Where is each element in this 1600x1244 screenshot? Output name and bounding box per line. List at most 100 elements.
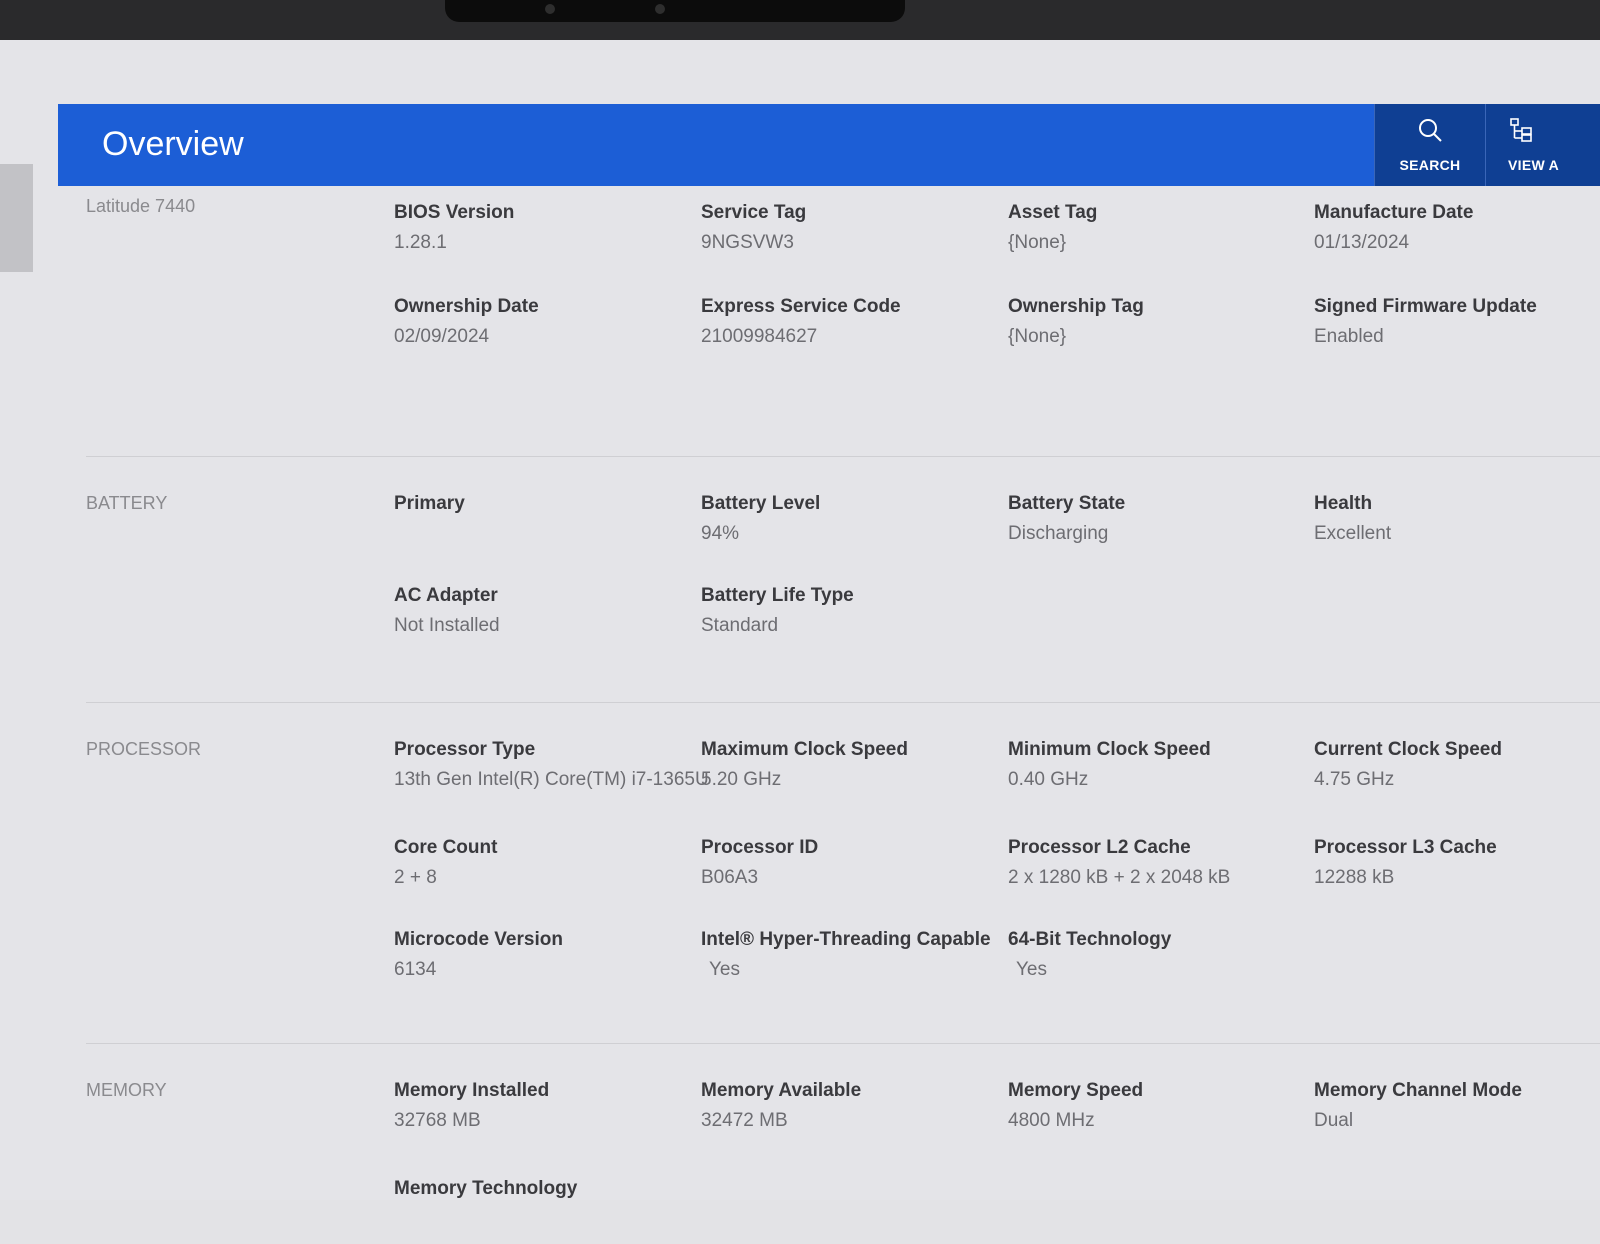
field-ownership-tag: Ownership Tag {None} xyxy=(1008,296,1308,348)
field-battery-level: Battery Level 94% xyxy=(701,493,1001,545)
app-window: Overview SEARCH VIEW A Latitude 7440 BIO… xyxy=(0,40,1600,1200)
field-value: 1.28.1 xyxy=(394,232,447,253)
field-label: Ownership Date xyxy=(394,296,539,317)
field-label: Processor L2 Cache xyxy=(1008,837,1191,858)
field-label: Memory Speed xyxy=(1008,1080,1144,1101)
overview-header: Overview SEARCH VIEW A xyxy=(58,104,1600,186)
field-label: Primary xyxy=(394,493,465,514)
field-value: 4800 MHz xyxy=(1008,1110,1095,1131)
field-memory-speed: Memory Speed 4800 MHz xyxy=(1008,1080,1308,1132)
field-value: B06A3 xyxy=(701,867,759,888)
field-memory-installed: Memory Installed 32768 MB xyxy=(394,1080,694,1132)
field-memory-available: Memory Available 32472 MB xyxy=(701,1080,1001,1132)
monitor-bezel xyxy=(0,0,1600,40)
section-title-battery: BATTERY xyxy=(86,493,168,513)
field-label: Asset Tag xyxy=(1008,202,1098,223)
memory-section: MEMORY Memory Installed 32768 MB Memory … xyxy=(86,1044,1600,1244)
field-label: AC Adapter xyxy=(394,585,498,606)
field-label: Battery State xyxy=(1008,493,1126,514)
webcam-housing xyxy=(445,0,905,22)
view-all-button[interactable]: VIEW A xyxy=(1485,104,1600,186)
field-label: Processor L3 Cache xyxy=(1314,837,1497,858)
field-value: Not Installed xyxy=(394,615,500,636)
field-primary: Primary xyxy=(394,493,694,523)
field-express-service-code: Express Service Code 21009984627 xyxy=(701,296,1001,348)
field-value: Discharging xyxy=(1008,523,1109,544)
field-label: Memory Channel Mode xyxy=(1314,1080,1522,1101)
field-current-clock-speed: Current Clock Speed 4.75 GHz xyxy=(1314,739,1600,791)
field-value: Yes xyxy=(709,959,740,980)
field-value: {None} xyxy=(1008,326,1067,347)
side-panel-tab[interactable] xyxy=(0,164,33,272)
field-label: Express Service Code xyxy=(701,296,901,317)
field-label: Maximum Clock Speed xyxy=(701,739,908,760)
page-title: Overview xyxy=(102,125,244,163)
field-core-count: Core Count 2 + 8 xyxy=(394,837,694,889)
field-microcode-version: Microcode Version 6134 xyxy=(394,929,694,981)
field-value: 02/09/2024 xyxy=(394,326,490,347)
field-minimum-clock-speed: Minimum Clock Speed 0.40 GHz xyxy=(1008,739,1308,791)
field-value: {None} xyxy=(1008,232,1067,253)
view-all-button-label: VIEW A xyxy=(1508,157,1560,173)
field-label: Microcode Version xyxy=(394,929,563,950)
camera-sensor-icon xyxy=(545,4,555,14)
field-label: Manufacture Date xyxy=(1314,202,1474,223)
field-label: Minimum Clock Speed xyxy=(1008,739,1211,760)
field-64-bit-technology: 64-Bit Technology Yes xyxy=(1008,929,1308,981)
field-value: 4.75 GHz xyxy=(1314,769,1395,790)
search-button[interactable]: SEARCH xyxy=(1374,104,1485,186)
field-battery-state: Battery State Discharging xyxy=(1008,493,1308,545)
field-processor-id: Processor ID B06A3 xyxy=(701,837,1001,889)
field-value: 01/13/2024 xyxy=(1314,232,1410,253)
search-icon xyxy=(1419,119,1442,142)
field-value: 6134 xyxy=(394,959,437,980)
field-label: Battery Level xyxy=(701,493,821,514)
field-label: Current Clock Speed xyxy=(1314,739,1502,760)
field-value: 2 x 1280 kB + 2 x 2048 kB xyxy=(1008,867,1231,888)
field-label: BIOS Version xyxy=(394,202,515,223)
field-maximum-clock-speed: Maximum Clock Speed 5.20 GHz xyxy=(701,739,1001,791)
field-value: 32768 MB xyxy=(394,1110,481,1131)
field-processor-l2-cache: Processor L2 Cache 2 x 1280 kB + 2 x 204… xyxy=(1008,837,1308,889)
field-signed-firmware-update: Signed Firmware Update Enabled xyxy=(1314,296,1600,348)
field-value: Yes xyxy=(1016,959,1047,980)
overview-content: Latitude 7440 BIOS Version 1.28.1 Servic… xyxy=(86,186,1600,1244)
field-value: 21009984627 xyxy=(701,326,818,347)
section-title-processor: PROCESSOR xyxy=(86,739,202,759)
field-service-tag: Service Tag 9NGSVW3 xyxy=(701,202,1001,254)
system-section: Latitude 7440 BIOS Version 1.28.1 Servic… xyxy=(86,186,1600,457)
field-value: 94% xyxy=(701,523,740,544)
field-manufacture-date: Manufacture Date 01/13/2024 xyxy=(1314,202,1600,254)
field-battery-life-type: Battery Life Type Standard xyxy=(701,585,1001,637)
field-value: 5.20 GHz xyxy=(701,769,782,790)
field-processor-type: Processor Type 13th Gen Intel(R) Core(TM… xyxy=(394,739,709,791)
field-label: 64-Bit Technology xyxy=(1008,929,1172,950)
field-label: Intel® Hyper-Threading Capable xyxy=(701,929,991,950)
field-value: Dual xyxy=(1314,1110,1354,1131)
field-label: Service Tag xyxy=(701,202,807,223)
field-value: 32472 MB xyxy=(701,1110,788,1131)
field-label: Battery Life Type xyxy=(701,585,854,606)
field-health: Health Excellent xyxy=(1314,493,1600,545)
field-value: 9NGSVW3 xyxy=(701,232,794,253)
field-value: Excellent xyxy=(1314,523,1392,544)
field-ownership-date: Ownership Date 02/09/2024 xyxy=(394,296,694,348)
search-button-label: SEARCH xyxy=(1399,157,1461,173)
field-label: Memory Available xyxy=(701,1080,862,1101)
field-value: 2 + 8 xyxy=(394,867,437,888)
field-label: Memory Technology xyxy=(394,1178,578,1199)
field-value: 0.40 GHz xyxy=(1008,769,1089,790)
field-value: Standard xyxy=(701,615,779,636)
field-label: Core Count xyxy=(394,837,498,858)
field-memory-channel-mode: Memory Channel Mode Dual xyxy=(1314,1080,1600,1132)
section-title-memory: MEMORY xyxy=(86,1080,167,1100)
battery-section: BATTERY Primary Battery Level 94% Batter… xyxy=(86,457,1600,703)
field-value: Enabled xyxy=(1314,326,1384,347)
field-label: Ownership Tag xyxy=(1008,296,1144,317)
field-label: Health xyxy=(1314,493,1373,514)
camera-lens-icon xyxy=(655,4,665,14)
field-memory-technology: Memory Technology xyxy=(394,1178,694,1208)
field-label: Memory Installed xyxy=(394,1080,550,1101)
field-label: Processor ID xyxy=(701,837,819,858)
tree-view-icon xyxy=(1510,118,1532,142)
